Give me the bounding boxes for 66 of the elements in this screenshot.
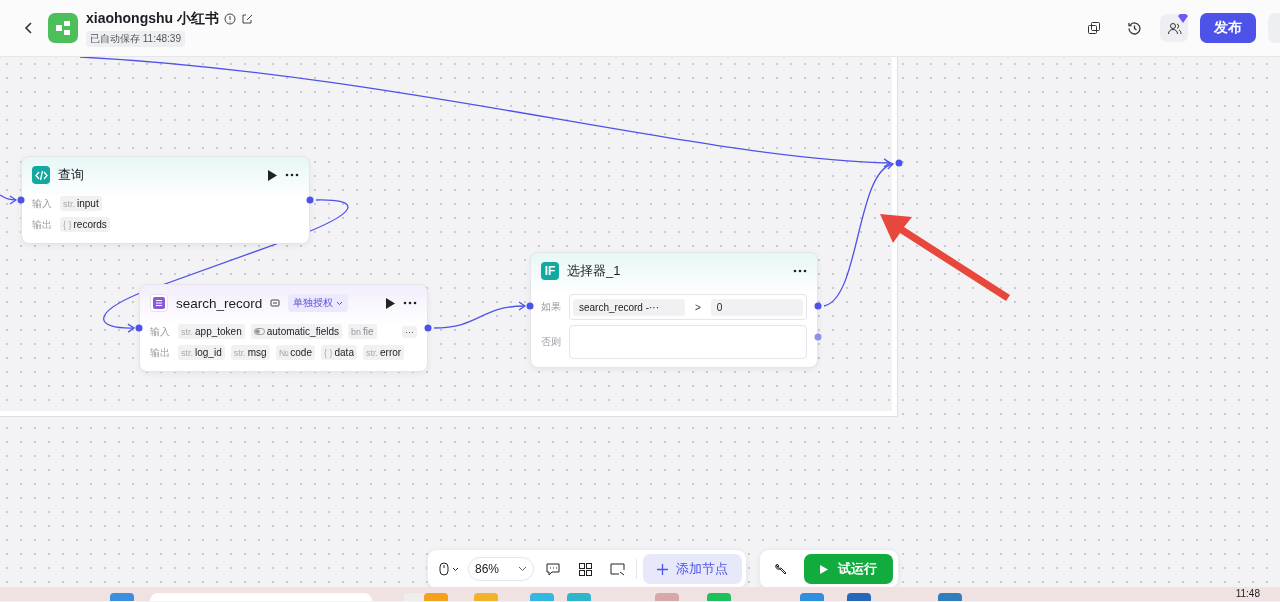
more-params-button[interactable]: ··· <box>402 325 417 338</box>
plus-icon <box>657 563 668 575</box>
condition-value[interactable]: 0 <box>710 298 803 316</box>
run-icon[interactable] <box>385 297 395 309</box>
add-node-button[interactable]: 添加节点 <box>643 554 742 584</box>
port-dot[interactable] <box>526 302 534 310</box>
taskbar-search-field[interactable] <box>150 593 372 601</box>
row-label: 否则 <box>541 335 562 349</box>
connector-line <box>0 194 17 205</box>
port-dot[interactable] <box>135 324 143 332</box>
plugin-icon <box>270 298 281 308</box>
info-icon[interactable] <box>224 12 236 25</box>
workflow-node[interactable]: search_record 单独授权 输入 str. app_token automatic_fields bn fie ··· 输出 str. log_id str. msg № code { } data str. error <box>139 284 428 372</box>
param-tag: № code <box>275 345 315 360</box>
port-dot[interactable] <box>814 333 822 341</box>
workflow-node[interactable]: 查询 输入 str. input 输出 { } records <box>21 156 310 244</box>
workflow-node[interactable]: IF 选择器_1 如果 search_record -··· > 0 否则 <box>530 252 818 368</box>
param-tag: str. error <box>362 345 405 360</box>
edit-icon[interactable] <box>241 12 253 25</box>
node-title: 查询 <box>58 166 84 184</box>
chevron-down-icon <box>518 566 527 572</box>
condition-badge: IF <box>541 262 559 280</box>
chevron-down-icon <box>452 566 459 572</box>
node-title: 选择器_1 <box>567 262 621 280</box>
more-icon[interactable] <box>403 301 417 305</box>
row-label: 输出 <box>32 217 53 232</box>
param-tag: str. log_id <box>178 345 225 360</box>
row-label: 输出 <box>150 345 171 360</box>
port-dot[interactable] <box>424 324 432 332</box>
row-label: 输入 <box>32 196 53 211</box>
condition-operator[interactable]: > <box>689 301 707 313</box>
mouse-icon <box>439 562 449 576</box>
port-dot[interactable] <box>306 196 314 204</box>
condition-field[interactable]: search_record -··· > 0 <box>569 294 807 320</box>
taskbar-app-icon[interactable] <box>847 593 871 601</box>
toggle-icon <box>253 328 265 335</box>
param-tag: str. app_token <box>178 324 245 339</box>
more-icon[interactable] <box>793 269 807 273</box>
more-icon[interactable] <box>285 173 299 177</box>
port-dot[interactable] <box>814 302 822 310</box>
node-title: search_record <box>176 295 263 311</box>
param-tag: { } data <box>321 345 357 360</box>
publish-button[interactable]: 发布 <box>1200 13 1256 43</box>
zoom-dropdown[interactable]: 86% <box>468 557 534 581</box>
condition-variable[interactable]: search_record -··· <box>573 298 685 316</box>
autosave-status: 已自动保存 11:48:39 <box>86 30 185 47</box>
chevron-down-icon <box>336 300 344 306</box>
param-tag: str. msg <box>230 345 270 360</box>
param-tag: { } records <box>60 217 110 232</box>
table-icon <box>150 294 168 312</box>
code-icon <box>32 166 50 184</box>
clock-time: 11:48 <box>1235 588 1260 599</box>
else-field[interactable] <box>569 325 807 359</box>
auth-dropdown[interactable]: 单独授权 <box>288 294 349 312</box>
row-label: 如果 <box>541 300 562 314</box>
app-logo-icon <box>48 13 78 43</box>
param-tag: str. input <box>60 196 102 211</box>
collaborators-icon[interactable] <box>1160 14 1188 42</box>
workflow-title: xiaohongshu 小红书 <box>86 9 219 28</box>
param-tag: automatic_fields <box>250 324 342 339</box>
run-icon[interactable] <box>267 169 277 181</box>
param-tag: bn fie <box>348 324 377 339</box>
play-icon <box>820 564 828 574</box>
port-dot[interactable] <box>17 196 25 204</box>
row-label: 输入 <box>150 324 171 339</box>
port-dot[interactable] <box>895 159 903 167</box>
